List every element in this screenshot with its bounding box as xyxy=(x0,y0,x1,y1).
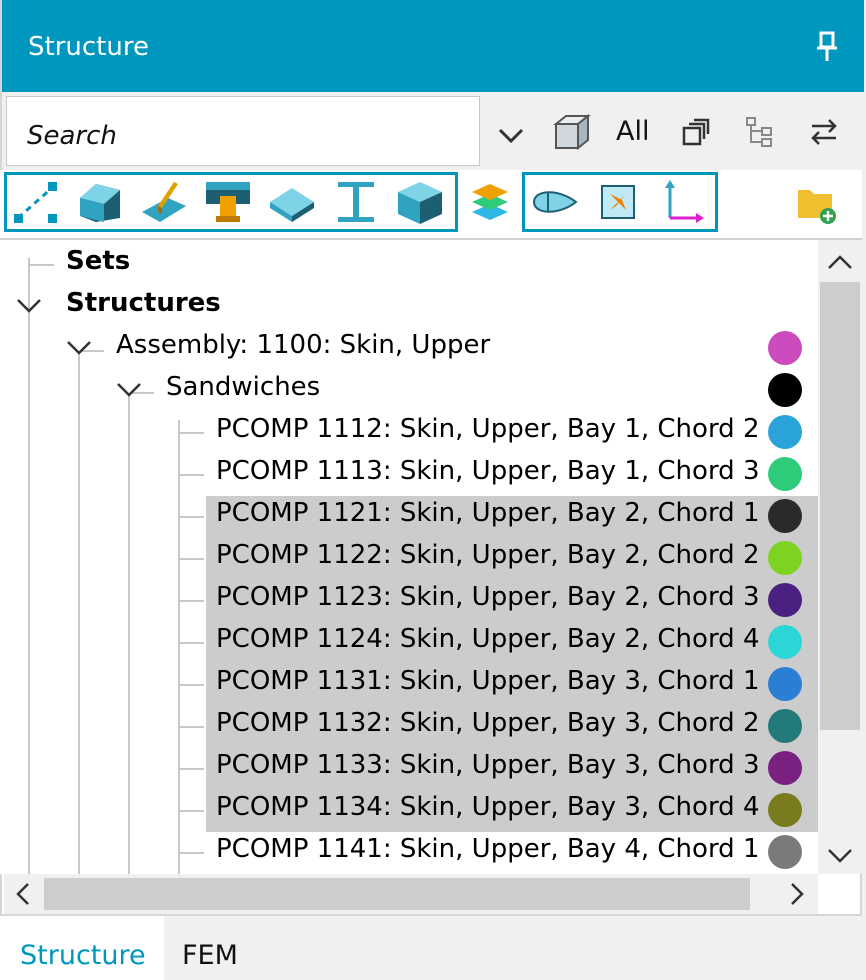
solid-icon[interactable] xyxy=(74,176,126,228)
tree-item-label: PCOMP 1124: Skin, Upper, Bay 2, Chord 4 xyxy=(216,624,760,654)
tree-item-label: PCOMP 1121: Skin, Upper, Bay 2, Chord 1 xyxy=(216,498,760,528)
chevron-down-icon[interactable] xyxy=(114,376,144,406)
sets-label: Sets xyxy=(66,246,131,276)
color-swatch[interactable] xyxy=(768,541,802,575)
stiffener-icon[interactable] xyxy=(138,176,190,228)
hierarchy-icon[interactable] xyxy=(744,116,776,148)
tree-item-label: PCOMP 1112: Skin, Upper, Bay 1, Chord 2 xyxy=(216,414,760,444)
horizontal-scroll-thumb[interactable] xyxy=(44,878,750,910)
title-bar: Structure xyxy=(2,0,864,92)
tree-item-label: PCOMP 1123: Skin, Upper, Bay 2, Chord 3 xyxy=(216,582,760,612)
swap-icon[interactable] xyxy=(808,116,840,148)
tab-structure[interactable]: Structure xyxy=(0,916,164,980)
tree-item-label: PCOMP 1134: Skin, Upper, Bay 3, Chord 4 xyxy=(216,792,760,822)
scroll-right-icon[interactable] xyxy=(780,878,812,910)
cube-filter-icon[interactable] xyxy=(552,112,592,152)
search-placeholder: Search xyxy=(27,121,117,151)
tab-fem[interactable]: FEM xyxy=(164,916,284,980)
color-swatch[interactable] xyxy=(768,457,802,491)
tree-item-label: PCOMP 1131: Skin, Upper, Bay 3, Chord 1 xyxy=(216,666,760,696)
scroll-left-icon[interactable] xyxy=(8,878,40,910)
joint-icon[interactable] xyxy=(202,176,254,228)
type-filter-toolbar xyxy=(0,170,862,240)
chevron-down-icon[interactable] xyxy=(14,292,44,322)
new-folder-icon[interactable] xyxy=(790,176,842,228)
chevron-down-icon[interactable] xyxy=(64,334,94,364)
beam-icon[interactable] xyxy=(330,176,382,228)
vertical-scrollbar[interactable] xyxy=(818,240,862,874)
tree-item-label: PCOMP 1141: Skin, Upper, Bay 4, Chord 1 xyxy=(216,834,760,864)
assembly-color-swatch[interactable] xyxy=(768,331,802,365)
horizontal-scrollbar[interactable] xyxy=(4,874,818,914)
vertical-scroll-thumb[interactable] xyxy=(820,282,860,730)
assembly-label: Assembly: 1100: Skin, Upper xyxy=(116,330,491,360)
box-icon[interactable] xyxy=(394,176,446,228)
tab-fem-label: FEM xyxy=(182,940,238,971)
sandwiches-label: Sandwiches xyxy=(166,372,321,402)
color-swatch[interactable] xyxy=(768,499,802,533)
color-swatch[interactable] xyxy=(768,835,802,869)
bottom-tab-bar: Structure FEM xyxy=(0,916,866,980)
coordinate-system-icon[interactable] xyxy=(656,176,708,228)
color-swatch[interactable] xyxy=(768,709,802,743)
tree-item-label: PCOMP 1113: Skin, Upper, Bay 1, Chord 3 xyxy=(216,456,760,486)
chevron-down-icon[interactable] xyxy=(496,120,526,150)
scope-all-button[interactable]: All xyxy=(616,116,649,147)
tree-item-label: PCOMP 1133: Skin, Upper, Bay 3, Chord 3 xyxy=(216,750,760,780)
nodes-icon[interactable] xyxy=(10,176,62,228)
tree-item-label: PCOMP 1132: Skin, Upper, Bay 3, Chord 2 xyxy=(216,708,760,738)
color-swatch[interactable] xyxy=(768,625,802,659)
color-swatch[interactable] xyxy=(768,583,802,617)
structures-label: Structures xyxy=(66,288,221,318)
panel-title: Structure xyxy=(28,32,149,62)
color-swatch[interactable] xyxy=(768,793,802,827)
color-swatch[interactable] xyxy=(768,751,802,785)
scroll-up-icon[interactable] xyxy=(824,246,856,278)
collapse-all-icon[interactable] xyxy=(680,116,712,148)
scroll-down-icon[interactable] xyxy=(824,840,856,872)
plate-icon[interactable] xyxy=(266,176,318,228)
tab-structure-label: Structure xyxy=(20,940,146,971)
search-row: Search xyxy=(2,92,864,170)
tree-item-label: PCOMP 1122: Skin, Upper, Bay 2, Chord 2 xyxy=(216,540,760,570)
color-swatch[interactable] xyxy=(768,415,802,449)
search-input[interactable]: Search xyxy=(6,96,480,166)
pin-icon[interactable] xyxy=(812,30,842,64)
airfoil-icon[interactable] xyxy=(528,176,580,228)
layers-icon[interactable] xyxy=(464,176,516,228)
region-icon[interactable] xyxy=(592,176,644,228)
sandwiches-color-swatch[interactable] xyxy=(768,373,802,407)
color-swatch[interactable] xyxy=(768,667,802,701)
